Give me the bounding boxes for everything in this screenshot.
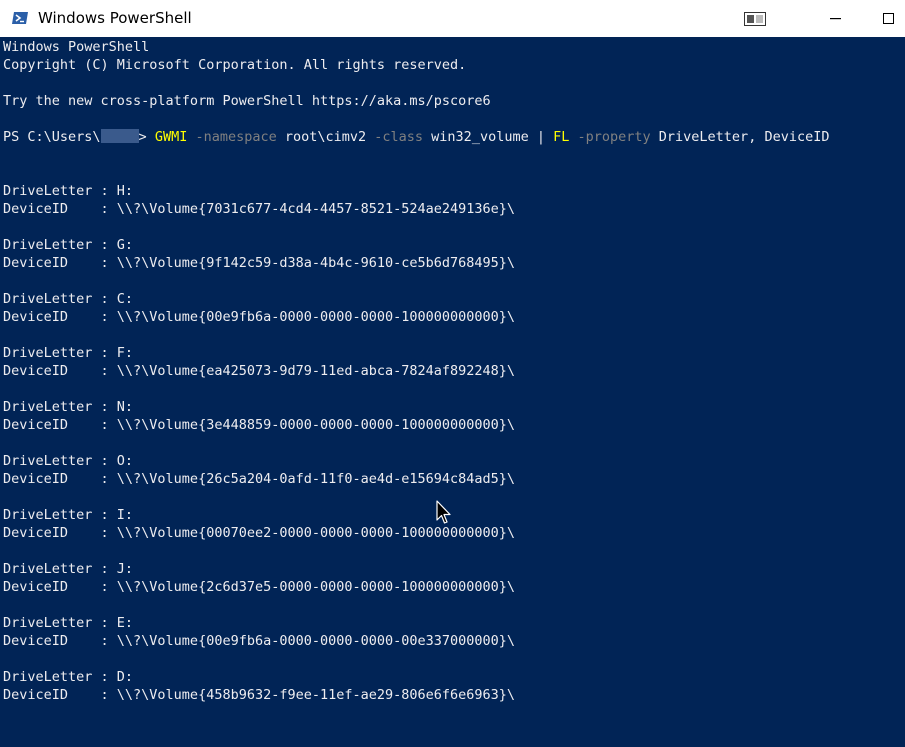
drive-letter-line: DriveLetter : N: — [3, 399, 134, 415]
device-id-line: DeviceID : \\?\Volume{00e9fb6a-0000-0000… — [3, 633, 516, 649]
arg-class: win32_volume — [423, 129, 529, 145]
param-namespace: -namespace — [187, 129, 277, 145]
banner-line: Copyright (C) Microsoft Corporation. All… — [3, 57, 467, 73]
maximize-button[interactable] — [871, 0, 905, 37]
device-id-line: DeviceID : \\?\Volume{9f142c59-d38a-4b4c… — [3, 255, 516, 271]
drive-letter-line: DriveLetter : O: — [3, 453, 134, 469]
console-output[interactable]: Windows PowerShell Copyright (C) Microso… — [0, 37, 905, 747]
param-class: -class — [366, 129, 424, 145]
banner-line: Windows PowerShell — [3, 39, 150, 55]
device-id-line: DeviceID : \\?\Volume{3e448859-0000-0000… — [3, 417, 516, 433]
drive-letter-line: DriveLetter : E: — [3, 615, 134, 631]
title-bar[interactable]: Windows PowerShell — [0, 0, 905, 37]
arg-property: DriveLetter, DeviceID — [650, 129, 830, 145]
mouse-pointer-icon — [436, 500, 452, 526]
drive-letter-line: DriveLetter : I: — [3, 507, 134, 523]
command-fl: FL — [553, 129, 570, 145]
banner-line: Try the new cross-platform PowerShell ht… — [3, 93, 491, 109]
powershell-icon[interactable] — [12, 10, 28, 26]
device-id-line: DeviceID : \\?\Volume{7031c677-4cd4-4457… — [3, 201, 516, 217]
device-id-line: DeviceID : \\?\Volume{00070ee2-0000-0000… — [3, 525, 516, 541]
minimize-icon — [829, 17, 841, 20]
redacted-username — [100, 129, 139, 143]
drive-letter-line: DriveLetter : D: — [3, 669, 134, 685]
drive-letter-line: DriveLetter : C: — [3, 291, 134, 307]
minimize-button[interactable] — [812, 0, 858, 37]
powershell-window: Windows PowerShell Windows PowerShell Co… — [0, 0, 905, 747]
banner-line — [3, 74, 829, 92]
window-title: Windows PowerShell — [38, 9, 192, 27]
device-id-line: DeviceID : \\?\Volume{00e9fb6a-0000-0000… — [3, 309, 516, 325]
drive-letter-line: DriveLetter : H: — [3, 183, 134, 199]
arg-namespace: root\cimv2 — [276, 129, 367, 145]
prompt-suffix: > — [138, 129, 155, 145]
console-lines: Windows PowerShell Copyright (C) Microso… — [3, 38, 829, 704]
snap-icon — [744, 11, 766, 26]
drive-letter-line: DriveLetter : J: — [3, 561, 134, 577]
device-id-line: DeviceID : \\?\Volume{ea425073-9d79-11ed… — [3, 363, 516, 379]
param-property: -property — [569, 129, 651, 145]
maximize-icon — [882, 13, 894, 24]
drive-letter-line: DriveLetter : F: — [3, 345, 134, 361]
command-gwmi: GWMI — [154, 129, 188, 145]
device-id-line: DeviceID : \\?\Volume{2c6d37e5-0000-0000… — [3, 579, 516, 595]
device-id-line: DeviceID : \\?\Volume{458b9632-f9ee-11ef… — [3, 687, 516, 703]
snap-layout-button[interactable] — [732, 0, 778, 37]
prompt-prefix: PS C:\Users\ — [3, 129, 101, 145]
drive-letter-line: DriveLetter : G: — [3, 237, 134, 253]
device-id-line: DeviceID : \\?\Volume{26c5a204-0afd-11f0… — [3, 471, 516, 487]
pipe-operator: | — [528, 129, 554, 145]
command-line[interactable]: PS C:\Users\ > GWMI -namespace root\cimv2… — [3, 128, 829, 146]
